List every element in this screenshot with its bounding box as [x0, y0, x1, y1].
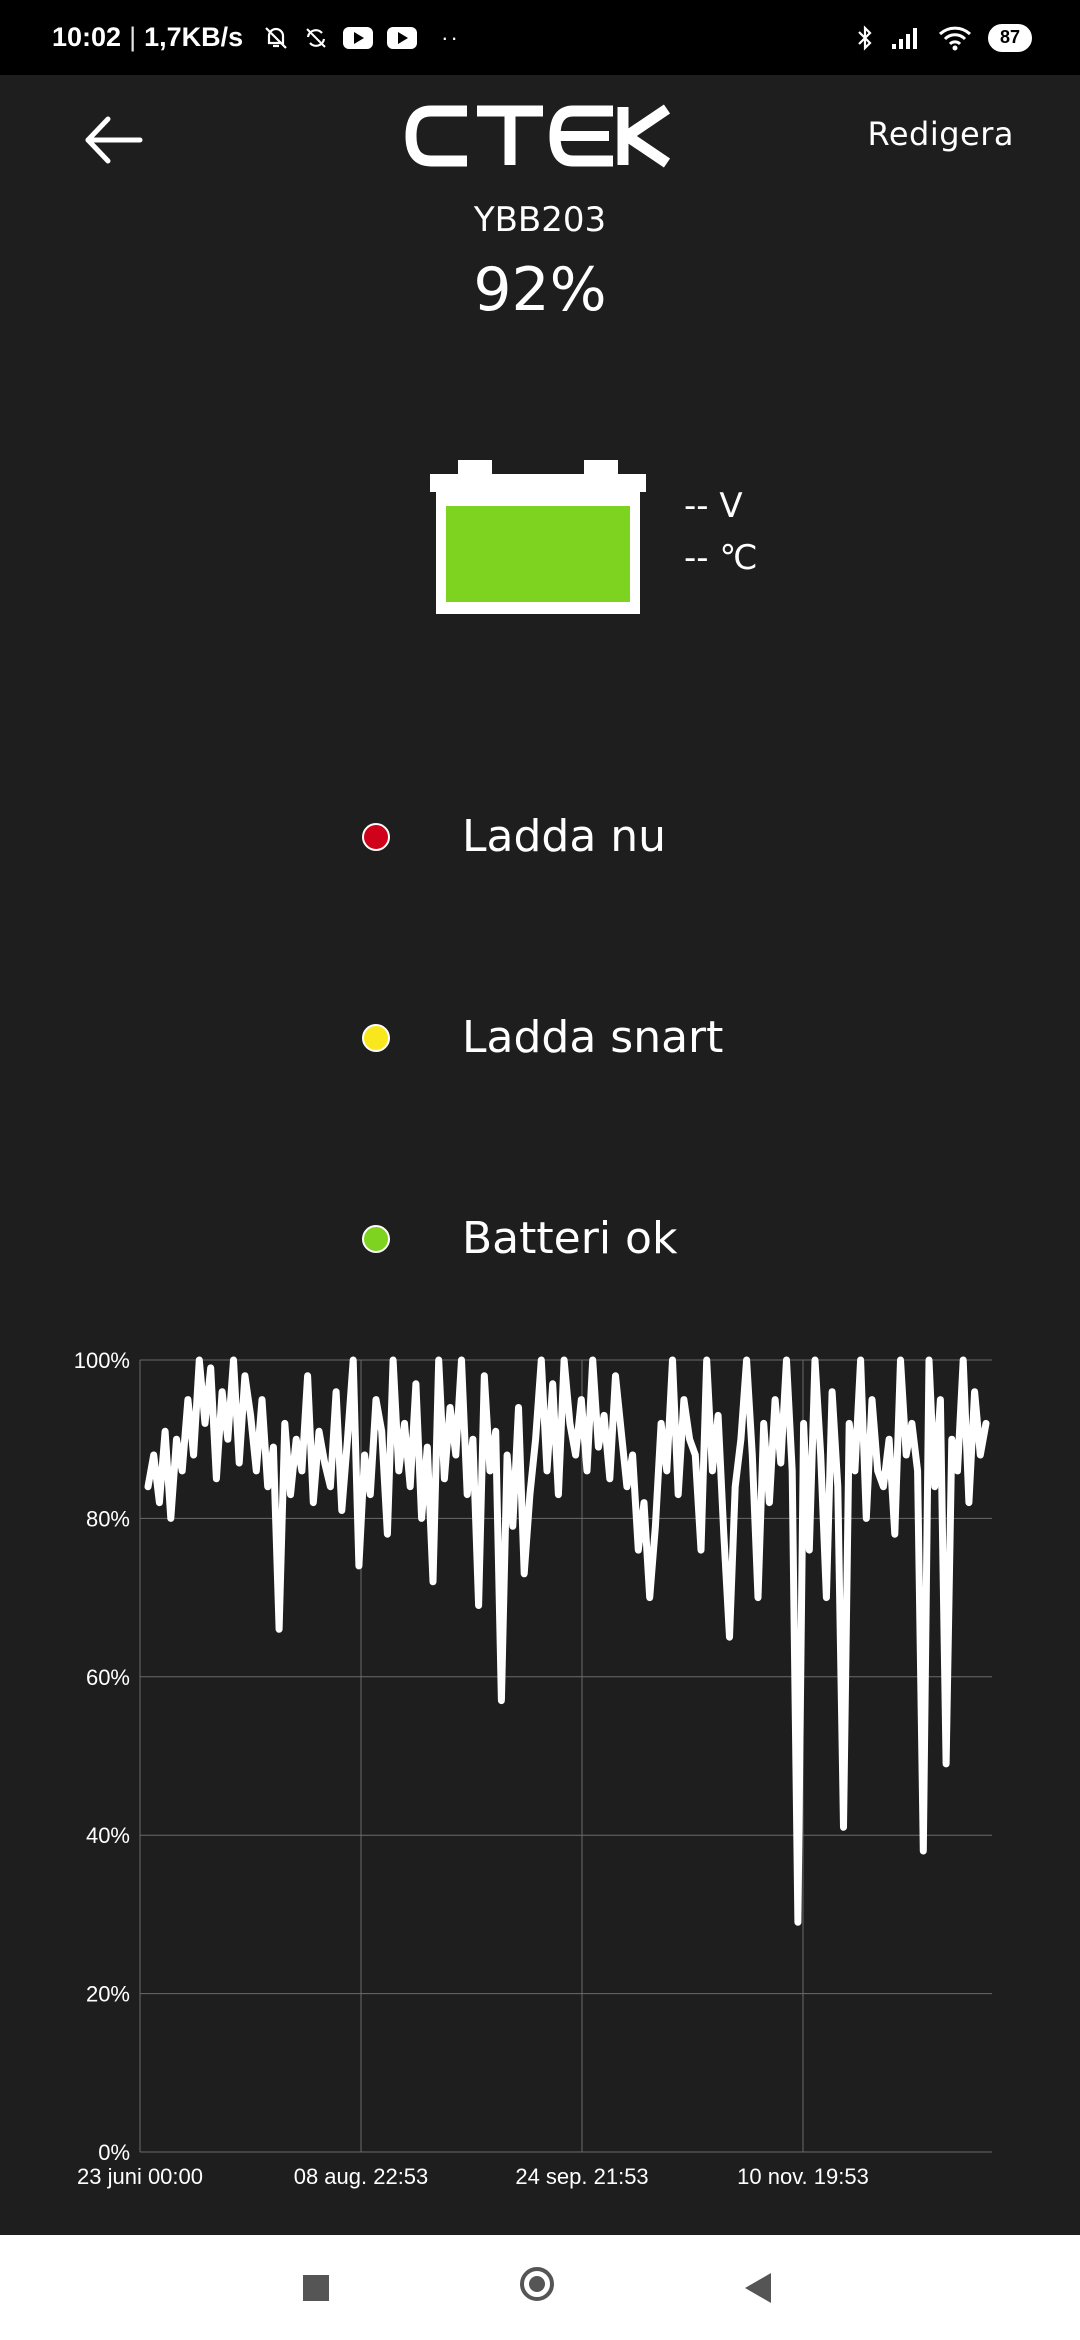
wifi-icon — [938, 26, 971, 50]
green-status-dot — [362, 1225, 390, 1253]
home-circle-icon[interactable] — [520, 2267, 554, 2301]
legend-charge-now: Ladda nu — [0, 807, 1080, 867]
x-tick-label: 23 juni 00:00 — [77, 2164, 203, 2189]
youtube-icon — [387, 26, 418, 49]
recents-square-icon[interactable] — [303, 2275, 329, 2301]
voltage-reading: -- V — [684, 486, 743, 526]
app-header: Redigera — [0, 75, 1080, 195]
legend-battery-ok: Batteri ok — [0, 1209, 1080, 1269]
battery-level: 87 — [999, 27, 1020, 47]
x-tick-label: 10 nov. 19:53 — [737, 2164, 869, 2189]
network-speed: 1,7KB/s — [144, 22, 244, 52]
temperature-reading: -- ℃ — [684, 538, 758, 578]
battery-history-chart[interactable]: 0% 20% 40% 60% 80% 100% 23 juni 00:00 08 aug. 2… — [0, 1335, 1080, 2205]
legend-label: Ladda snart — [462, 1012, 724, 1063]
battery-status-icon — [428, 458, 648, 618]
series-line — [144, 1356, 990, 1926]
back-triangle-icon[interactable] — [745, 2273, 771, 2303]
charge-percentage: 92% — [473, 255, 607, 325]
y-tick-label: 20% — [86, 1982, 130, 2007]
legend-label: Batteri ok — [462, 1213, 678, 1264]
battery-icon: 87 — [987, 23, 1032, 52]
edit-button[interactable]: Redigera — [868, 115, 1014, 153]
more-dots-icon: ·· — [441, 24, 460, 50]
y-tick-label: 60% — [86, 1665, 130, 1690]
status-separator: | — [129, 22, 137, 52]
alarm-off-icon — [265, 26, 287, 49]
y-tick-label: 100% — [74, 1348, 130, 1373]
legend-charge-soon: Ladda snart — [0, 1008, 1080, 1068]
youtube-icon — [343, 26, 374, 49]
y-tick-label: 0% — [98, 2140, 130, 2165]
legend-label: Ladda nu — [462, 811, 667, 862]
arrow-left-icon[interactable] — [78, 105, 148, 175]
battery-readings: -- V -- ℃ — [684, 480, 758, 584]
bluetooth-icon — [858, 24, 872, 51]
y-tick-label: 80% — [86, 1506, 130, 1531]
status-bar: 10:02 | 1,7KB/s ·· 87 — [0, 0, 1080, 75]
red-status-dot — [362, 823, 390, 851]
yellow-status-dot — [362, 1024, 390, 1052]
sync-icon — [306, 27, 326, 48]
x-tick-label: 24 sep. 21:53 — [515, 2164, 648, 2189]
y-tick-label: 40% — [86, 1823, 130, 1848]
signal-icon — [891, 27, 917, 49]
ctek-logo — [405, 104, 671, 168]
status-time: 10:02 — [52, 22, 122, 52]
system-nav-bar — [0, 2235, 1080, 2340]
x-tick-label: 08 aug. 22:53 — [294, 2164, 429, 2189]
battery-fill — [446, 506, 630, 602]
device-name: YBB203 — [473, 200, 607, 240]
